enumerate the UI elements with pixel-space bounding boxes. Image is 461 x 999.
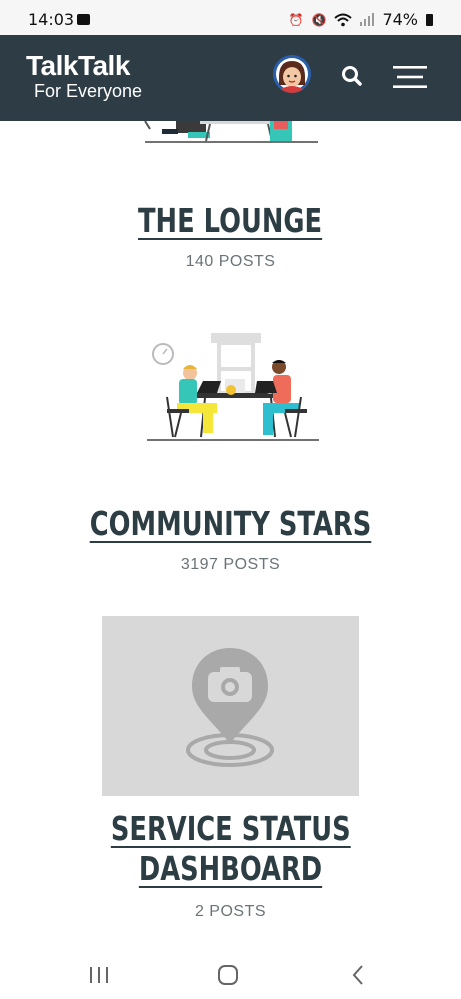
logo-sub-text: For Everyone	[34, 81, 143, 101]
home-button[interactable]	[198, 951, 258, 999]
system-navigation-bar	[0, 951, 461, 999]
avatar[interactable]	[273, 55, 311, 93]
category-title-line2[interactable]: DASHBOARD	[139, 849, 322, 889]
category-title[interactable]: THE LOUNGE	[138, 201, 322, 241]
wifi-icon	[334, 13, 353, 26]
alarm-icon: ⏰	[288, 12, 304, 27]
app-header: TalkTalk For Everyone	[0, 35, 461, 121]
battery-icon	[426, 13, 433, 26]
hamburger-menu-icon	[393, 66, 427, 88]
home-icon	[218, 965, 238, 985]
status-time: 14:03	[28, 10, 75, 29]
category-the-lounge[interactable]: THE LOUNGE 140 POSTS	[0, 201, 461, 271]
image-icon	[77, 14, 90, 25]
search-button[interactable]	[338, 62, 366, 90]
category-post-count: 2 POSTS	[194, 903, 267, 920]
status-icons: ⏰ 🔇 74%	[289, 10, 433, 29]
categories-list[interactable]: THE LOUNGE 140 POSTS COMMUNITY STARS 319…	[0, 121, 461, 951]
battery-percent: 74%	[382, 10, 418, 29]
recents-icon	[90, 967, 108, 983]
category-service-status-dashboard[interactable]: SERVICE STATUS DASHBOARD 2 POSTS	[0, 809, 461, 921]
talktalk-logo[interactable]: TalkTalk For Everyone	[26, 50, 143, 102]
mute-icon: 🔇	[311, 12, 327, 27]
logo-main-text: TalkTalk	[26, 50, 130, 81]
menu-button[interactable]	[393, 65, 427, 89]
camera-location-pin-icon	[186, 648, 274, 767]
search-icon	[342, 66, 362, 86]
category-title[interactable]: COMMUNITY STARS	[90, 504, 372, 544]
category-community-stars[interactable]: COMMUNITY STARS 3197 POSTS	[0, 504, 461, 574]
category-title[interactable]: SERVICE STATUS	[111, 809, 351, 849]
lounge-illustration	[144, 121, 318, 143]
community-stars-illustration	[147, 333, 319, 441]
back-icon	[352, 965, 363, 985]
signal-icon	[360, 13, 375, 26]
recents-button[interactable]	[69, 951, 129, 999]
status-bar: 14:03 ⏰ 🔇 74%	[0, 0, 461, 35]
category-post-count: 140 POSTS	[185, 253, 276, 270]
category-placeholder-image[interactable]	[102, 616, 359, 796]
back-button[interactable]	[328, 951, 388, 999]
category-post-count: 3197 POSTS	[180, 556, 281, 573]
